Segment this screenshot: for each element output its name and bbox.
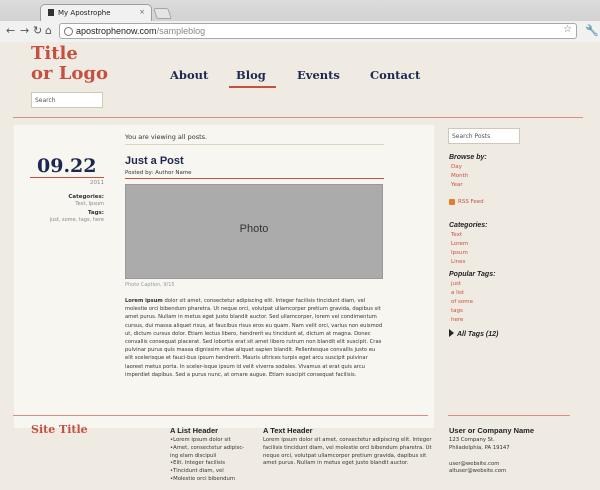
globe-icon [64,27,73,36]
footer-text-header: A Text Header [263,426,313,435]
category-link-ipsum[interactable]: Ipsum [451,250,468,256]
sidebar-search-input[interactable]: Search Posts [448,128,520,144]
tag-link-a-list[interactable]: a list [451,290,464,296]
nav-about[interactable]: About [170,68,208,82]
nav-events[interactable]: Events [297,68,340,82]
post-body-text: dolor sit amet, consectetur adipiscing e… [125,298,383,378]
footer-list-item: •Tincidunt diam, vel [170,468,224,475]
reload-icon[interactable]: ↻ [33,24,42,38]
email-link-1[interactable]: user@website.com [449,461,579,469]
browser-tab[interactable]: My Apostrophe × [40,4,152,21]
browse-year-link[interactable]: Year [451,182,463,188]
viewing-divider [125,144,384,145]
url-host: apostrophenow.com [76,26,157,36]
nav-contact[interactable]: Contact [370,68,420,82]
categories-heading: Categories: [449,222,488,229]
popular-tags-heading: Popular Tags: [449,271,496,278]
all-tags-label: All Tags (12) [457,331,499,338]
footer-list-item: •Molestie orci bibendum [170,475,235,482]
address-line-1: 123 Company St. [449,437,495,443]
address-bar[interactable]: apostrophenow.com/sampleblog ☆ [59,23,577,39]
rss-feed-link[interactable]: RSS Feed [458,199,484,205]
logo-line-1: Title [31,43,78,64]
post-photo[interactable]: Photo [125,184,383,279]
post-title[interactable]: Just a Post [125,155,184,167]
rss-icon[interactable] [449,199,455,205]
footer-company-header: User or Company Name [449,426,535,435]
url-path: /sampleblog [156,26,206,36]
post-body: Lorem ipsum dolor sit amet, consectetur … [125,297,384,379]
email-link-2[interactable]: altuser@website.com [449,468,579,476]
browser-chrome: My Apostrophe × ← → ↻ ⌂ apostrophenow.co… [0,0,600,42]
post-date: 09.22 [37,155,97,177]
logo-line-2: or Logo [31,63,109,84]
nav-blog[interactable]: Blog [236,68,266,82]
site-logo[interactable]: Title or Logo [31,44,108,84]
star-icon[interactable]: ☆ [563,24,572,35]
footer-divider-left [13,415,428,416]
apostrophe-favicon-icon [48,9,54,16]
home-icon[interactable]: ⌂ [45,24,52,38]
tag-link-just[interactable]: just [451,281,461,287]
tag-link-of-some[interactable]: of some [451,299,473,305]
viewing-status: You are viewing all posts. [125,133,208,141]
photo-label: Photo [239,223,269,235]
tab-close-icon[interactable]: × [139,8,145,16]
category-link-text[interactable]: Text [451,232,462,238]
footer-text-body: Lorem ipsum dolor sit amet, consectetur … [263,437,432,467]
categories-value[interactable]: Text, Ipsum [30,201,104,207]
tags-value[interactable]: just, some, tags, here [30,217,104,223]
web-page: Title or Logo Search About Blog Events C… [0,42,600,490]
tab-title: My Apostrophe [58,9,111,17]
category-link-lorem[interactable]: Lorem [451,241,468,247]
post-author: Posted by: Author Name [125,170,192,176]
active-nav-underline [229,86,276,88]
post-body-lead: Lorem ipsum [125,298,163,304]
footer-list-item: •Elit. Integer facilisis [170,460,226,467]
browse-day-link[interactable]: Day [451,164,462,170]
footer-list: •Lorem ipsum dolor sit •Amet, consectetu… [170,437,255,484]
browser-toolbar: ← → ↻ ⌂ apostrophenow.com/sampleblog ☆ 🔧 [0,21,600,42]
footer-list-item: ing elam discipuli [170,452,217,459]
post-year: 2011 [90,180,104,186]
footer-site-title[interactable]: Site Title [31,423,88,436]
tag-link-here[interactable]: here [451,317,463,323]
footer-divider-right [448,415,570,416]
wrench-icon[interactable]: 🔧 [585,24,599,37]
footer-list-header: A List Header [170,426,219,435]
categories-label: Categories: [68,194,104,200]
search-input[interactable]: Search [31,92,103,108]
back-arrow-icon[interactable]: ← [6,24,15,38]
all-tags-toggle[interactable]: All Tags (12) [449,329,498,338]
footer-list-item: •Lorem ipsum dolor sit [170,437,231,443]
photo-caption: Photo Caption, 9/15 [125,282,175,288]
triangle-right-icon [449,329,454,337]
new-tab-button[interactable] [153,8,172,19]
address-line-2: Philadelphia, PA 19147 [449,444,510,451]
browse-by-heading: Browse by: [449,154,487,161]
browse-month-link[interactable]: Month [451,173,468,179]
tags-label: Tags: [87,210,104,216]
category-link-lines[interactable]: Lines [451,259,465,265]
post-title-divider [125,178,384,179]
footer-list-item: •Amet, consectetur adipisc- [170,444,245,451]
forward-arrow-icon[interactable]: → [20,24,29,38]
date-divider [30,177,104,178]
tag-link-tags[interactable]: tags [451,308,463,314]
header-divider [13,117,583,118]
footer-address: 123 Company St. Philadelphia, PA 19147 u… [449,437,579,476]
